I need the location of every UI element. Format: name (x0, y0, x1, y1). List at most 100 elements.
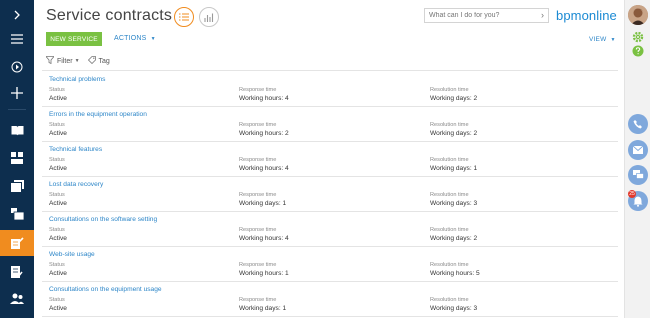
status-value: Active (49, 200, 67, 207)
main-content: Service contracts › bpmonline NEW SERVIC… (34, 0, 624, 318)
response-time-value: Working days: 1 (239, 305, 287, 312)
page-title: Service contracts (46, 7, 173, 24)
chat-icon[interactable] (628, 165, 648, 185)
list-item[interactable]: Consultations on the equipment usage Sta… (42, 282, 618, 317)
response-time-caption: Response time (239, 297, 277, 303)
record-title-link[interactable]: Technical problems (49, 76, 105, 83)
resolution-time-caption: Resolution time (430, 297, 469, 303)
list-view-button[interactable] (174, 7, 194, 27)
resolution-time-value: Working days: 1 (430, 165, 478, 172)
tag-button[interactable]: Tag (99, 58, 110, 65)
left-sidebar (0, 0, 34, 318)
list-item[interactable]: Technical problems Status Active Response… (42, 72, 618, 107)
menu-icon[interactable] (0, 27, 34, 51)
app-window: Service contracts › bpmonline NEW SERVIC… (0, 0, 650, 318)
email-icon[interactable] (628, 140, 648, 160)
view-label: VIEW (589, 36, 607, 43)
actions-button[interactable]: ACTIONS ▼ (114, 35, 156, 42)
response-time-caption: Response time (239, 262, 277, 268)
resolution-time-value: Working hours: 5 (430, 270, 480, 277)
status-caption: Status (49, 192, 65, 198)
view-menu-button[interactable]: VIEW ▼ (589, 36, 616, 43)
list-item[interactable]: Errors in the equipment operation Status… (42, 107, 618, 142)
phone-icon[interactable] (628, 114, 648, 134)
status-value: Active (49, 95, 67, 102)
resolution-time-caption: Resolution time (430, 157, 469, 163)
status-caption: Status (49, 297, 65, 303)
response-time-value: Working hours: 4 (239, 95, 289, 102)
resolution-time-value: Working days: 2 (430, 95, 478, 102)
resolution-time-value: Working days: 3 (430, 200, 478, 207)
dashboard-icon[interactable] (0, 146, 34, 170)
command-search[interactable]: › (424, 8, 549, 23)
list-item[interactable]: Lost data recovery Status Active Response… (42, 177, 618, 212)
tag-icon[interactable] (87, 56, 96, 66)
response-time-caption: Response time (239, 87, 277, 93)
list-item[interactable]: Technical features Status Active Response… (42, 142, 618, 177)
list-divider (42, 70, 618, 71)
response-time-caption: Response time (239, 227, 277, 233)
record-title-link[interactable]: Web-site usage (49, 251, 95, 258)
people-icon[interactable] (0, 287, 34, 311)
record-title-link[interactable]: Technical features (49, 146, 102, 153)
search-input[interactable] (429, 12, 529, 19)
list-item[interactable]: Web-site usage Status Active Response tim… (42, 247, 618, 282)
contract-icon[interactable] (0, 230, 34, 256)
status-caption: Status (49, 227, 65, 233)
communication-panel: 25 (624, 0, 650, 318)
response-time-value: Working hours: 4 (239, 165, 289, 172)
resolution-time-caption: Resolution time (430, 227, 469, 233)
record-title-link[interactable]: Consultations on the equipment usage (49, 286, 162, 293)
status-value: Active (49, 270, 67, 277)
analytics-view-button[interactable] (199, 7, 219, 27)
response-time-value: Working hours: 4 (239, 235, 289, 242)
status-value: Active (49, 130, 67, 137)
list-icon (179, 13, 189, 21)
resolution-time-caption: Resolution time (430, 192, 469, 198)
record-title-link[interactable]: Lost data recovery (49, 181, 103, 188)
filter-bar: Filter ▼ Tag (45, 55, 110, 67)
record-title-link[interactable]: Consultations on the software setting (49, 216, 157, 223)
response-time-caption: Response time (239, 192, 277, 198)
resolution-time-value: Working days: 2 (430, 235, 478, 242)
status-caption: Status (49, 122, 65, 128)
response-time-value: Working hours: 1 (239, 270, 289, 277)
caret-down-icon: ▼ (610, 37, 616, 43)
play-icon[interactable] (0, 55, 34, 79)
files-icon[interactable] (0, 202, 34, 226)
resolution-time-caption: Resolution time (430, 122, 469, 128)
records-list: Technical problems Status Active Response… (42, 72, 618, 317)
list-item[interactable]: Consultations on the software setting St… (42, 212, 618, 247)
caret-down-icon: ▼ (150, 36, 156, 42)
resolution-time-caption: Resolution time (430, 262, 469, 268)
resolution-time-caption: Resolution time (430, 87, 469, 93)
response-time-value: Working hours: 2 (239, 130, 289, 137)
status-caption: Status (49, 262, 65, 268)
plus-icon[interactable] (0, 81, 34, 105)
status-value: Active (49, 305, 67, 312)
record-title-link[interactable]: Errors in the equipment operation (49, 111, 147, 118)
documents-icon[interactable] (0, 174, 34, 198)
caret-down-icon[interactable]: ▼ (75, 58, 80, 64)
status-value: Active (49, 165, 67, 172)
resolution-time-value: Working days: 2 (430, 130, 478, 137)
search-go-icon[interactable]: › (541, 10, 544, 20)
filter-icon[interactable] (45, 56, 55, 66)
status-value: Active (49, 235, 67, 242)
filter-button[interactable]: Filter (57, 58, 73, 65)
brand-logo: bpmonline (556, 8, 617, 23)
chevron-right-icon[interactable] (0, 3, 34, 27)
notification-badge: 25 (628, 190, 636, 198)
response-time-value: Working days: 1 (239, 200, 287, 207)
avatar[interactable] (628, 5, 648, 25)
resolution-time-value: Working days: 3 (430, 305, 478, 312)
help-icon[interactable] (629, 42, 647, 60)
status-caption: Status (49, 87, 65, 93)
response-time-caption: Response time (239, 157, 277, 163)
new-service-button[interactable]: NEW SERVICE (46, 32, 102, 46)
book-icon[interactable] (0, 118, 34, 142)
status-caption: Status (49, 157, 65, 163)
actions-label: ACTIONS (114, 35, 147, 42)
document-edit-icon[interactable] (0, 260, 34, 284)
sidebar-divider (8, 109, 26, 110)
